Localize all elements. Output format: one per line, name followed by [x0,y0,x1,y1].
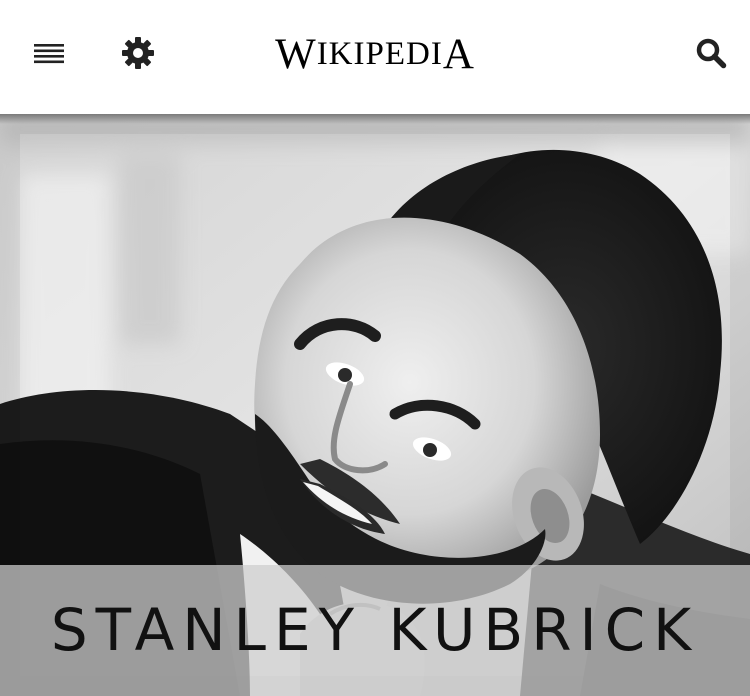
menu-button[interactable] [24,30,74,76]
hamburger-menu-icon [34,44,64,64]
search-button[interactable] [686,30,736,76]
settings-button[interactable] [113,30,163,76]
header-shadow [0,114,750,124]
wordmark-last-letter: A [442,30,475,78]
wikipedia-wordmark[interactable]: W IKIPEDI A [230,28,520,80]
wordmark-first-letter: W [275,30,317,78]
top-header-bar: W IKIPEDI A [0,0,750,114]
wikipedia-app: W IKIPEDI A STANLEY KUBRICK [0,0,750,696]
gear-icon [122,37,154,69]
wordmark-middle-letters: IKIPEDI [316,35,443,72]
page-title: STANLEY KUBRICK [50,596,700,664]
search-icon [696,38,727,69]
